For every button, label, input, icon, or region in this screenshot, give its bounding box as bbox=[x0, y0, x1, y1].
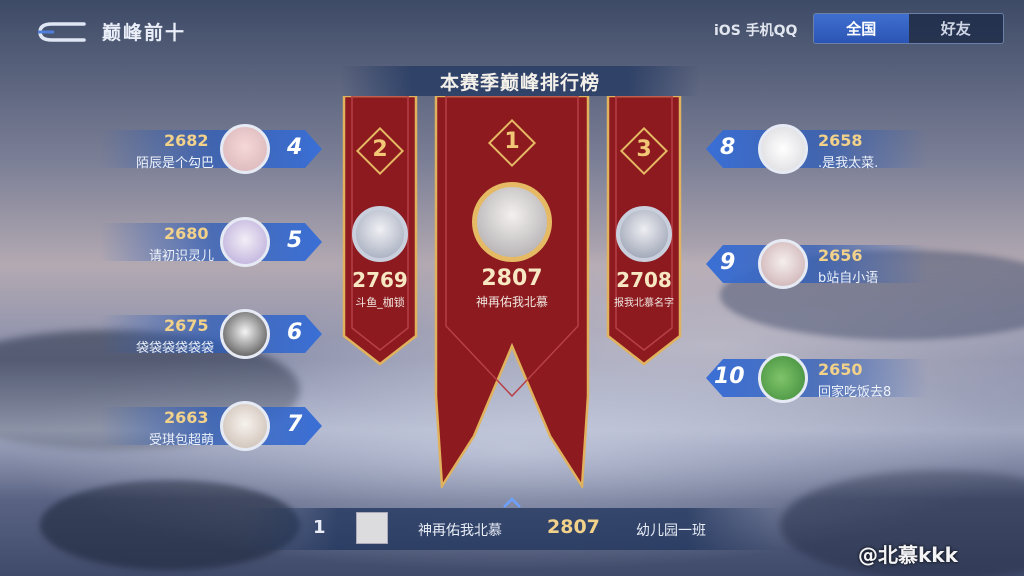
score: 2658 bbox=[818, 131, 863, 150]
rank-number: 3 bbox=[636, 137, 652, 162]
avatar bbox=[220, 217, 270, 267]
rank-number: 7 bbox=[287, 412, 303, 437]
rank-number: 4 bbox=[287, 135, 303, 160]
game-background: 巅峰前十 iOS 手机QQ 全国 好友 本赛季巅峰排行榜 2 2769 斗鱼_枷… bbox=[0, 0, 1024, 576]
player-name: 袋袋袋袋袋袋 bbox=[135, 341, 214, 356]
weibo-watermark: @北慕kkk bbox=[858, 543, 958, 567]
rank-number: 9 bbox=[720, 250, 736, 275]
player-name: 神再佑我北慕 bbox=[475, 295, 548, 309]
self-name: 神再佑我北慕 bbox=[418, 523, 502, 539]
score: 2682 bbox=[164, 131, 209, 150]
ranking-entry-7[interactable]: 2663 受琪包超萌 7 bbox=[100, 401, 322, 451]
scope-tabs: 全国 好友 bbox=[813, 13, 1004, 44]
score: 2675 bbox=[164, 316, 209, 335]
avatar bbox=[220, 309, 270, 359]
ranking-entry-4[interactable]: 2682 陌辰是个勾巴 4 bbox=[100, 124, 322, 174]
score: 2708 bbox=[616, 268, 672, 292]
tab-national[interactable]: 全国 bbox=[814, 14, 909, 43]
avatar bbox=[220, 124, 270, 174]
player-name: 请初识灵儿 bbox=[148, 249, 214, 264]
self-rank: 1 bbox=[313, 517, 326, 538]
ranking-entry-9[interactable]: 9 2656 b站自小语 bbox=[706, 239, 928, 289]
rank-number: 8 bbox=[720, 135, 736, 160]
avatar bbox=[220, 401, 270, 451]
player-name: 斗鱼_枷锁 bbox=[355, 296, 405, 309]
back-icon[interactable] bbox=[34, 20, 86, 44]
player-name: b站自小语 bbox=[818, 271, 879, 286]
player-name: 受琪包超萌 bbox=[148, 433, 214, 448]
score: 2769 bbox=[352, 268, 408, 292]
avatar bbox=[352, 206, 408, 262]
platform-label: iOS 手机QQ bbox=[714, 23, 798, 39]
avatar bbox=[758, 239, 808, 289]
self-score: 2807 bbox=[547, 516, 600, 538]
score: 2680 bbox=[164, 224, 209, 243]
board-title: 本赛季巅峰排行榜 bbox=[439, 72, 600, 94]
player-name: 回家吃饭去8 bbox=[818, 385, 892, 400]
player-name: 报我北慕名字 bbox=[614, 298, 674, 309]
rank-number: 5 bbox=[287, 228, 303, 253]
score: 2807 bbox=[481, 266, 543, 291]
entry-bar bbox=[706, 245, 928, 283]
ranking-entry-5[interactable]: 2680 请初识灵儿 5 bbox=[100, 217, 322, 267]
podium-banner-2[interactable]: 2 2769 斗鱼_枷锁 bbox=[340, 94, 420, 366]
tab-friends[interactable]: 好友 bbox=[908, 14, 1003, 43]
rank-number: 10 bbox=[714, 364, 745, 389]
ranking-entry-6[interactable]: 2675 袋袋袋袋袋袋 6 bbox=[100, 309, 322, 359]
rank-number: 2 bbox=[372, 137, 388, 162]
score: 2663 bbox=[164, 408, 209, 427]
avatar bbox=[472, 182, 552, 262]
podium-banner-1[interactable]: 1 2807 神再佑我北慕 bbox=[432, 94, 592, 490]
page-title: 巅峰前十 bbox=[102, 22, 187, 44]
entry-bar bbox=[706, 130, 928, 168]
rank-number: 6 bbox=[287, 320, 303, 345]
podium-banner-3[interactable]: 3 2708 报我北慕名字 bbox=[604, 94, 684, 366]
self-team: 幼儿园一班 bbox=[636, 523, 706, 539]
ranking-entry-8[interactable]: 8 2658 .是我太菜. bbox=[706, 124, 928, 174]
score: 2650 bbox=[818, 360, 863, 379]
avatar bbox=[616, 206, 672, 262]
chevron-up-icon bbox=[503, 497, 521, 508]
player-name: .是我太菜. bbox=[818, 156, 879, 171]
score: 2656 bbox=[818, 246, 863, 265]
avatar bbox=[758, 124, 808, 174]
rank-number: 1 bbox=[504, 129, 520, 154]
avatar bbox=[758, 353, 808, 403]
self-avatar bbox=[356, 512, 388, 544]
ranking-entry-10[interactable]: 10 2650 回家吃饭去8 bbox=[706, 353, 928, 403]
player-name: 陌辰是个勾巴 bbox=[135, 156, 214, 171]
